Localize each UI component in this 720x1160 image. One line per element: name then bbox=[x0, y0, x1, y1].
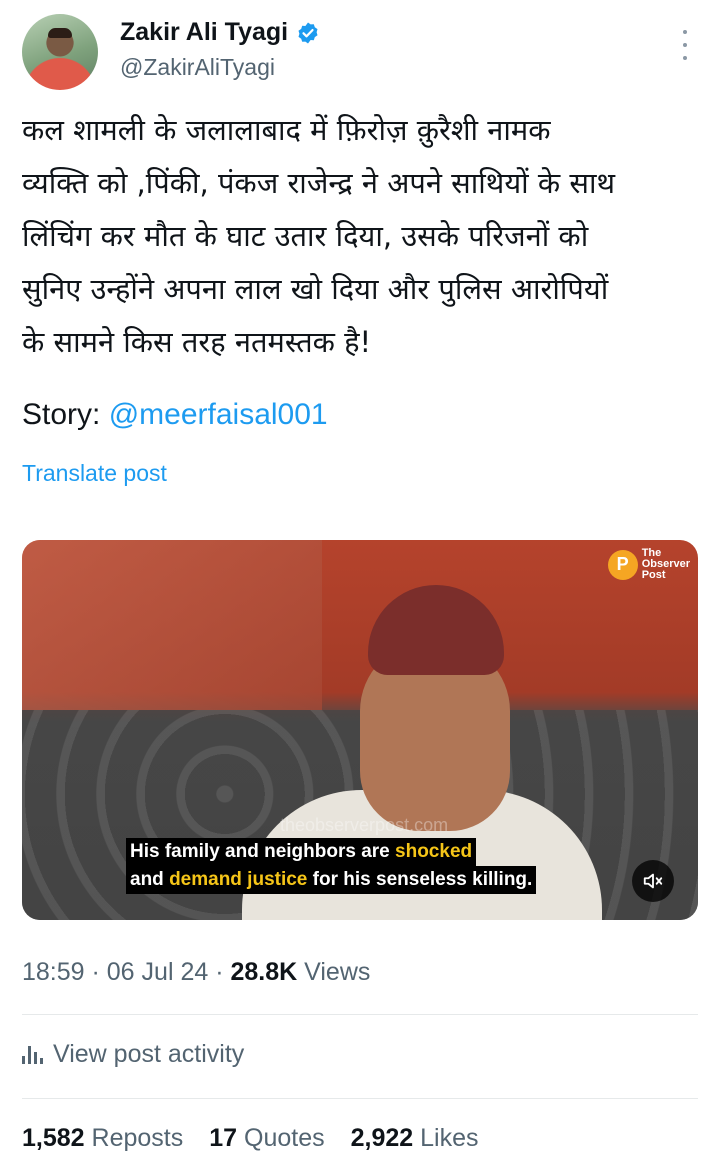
story-mention-link[interactable]: @meerfaisal001 bbox=[109, 398, 328, 431]
caption-line-1: His family and neighbors are shocked bbox=[126, 838, 477, 866]
video-watermark: theobserverpost.com bbox=[280, 815, 449, 835]
reposts-stat[interactable]: 1,582 Reposts bbox=[22, 1124, 183, 1153]
caption-highlight: shocked bbox=[395, 841, 473, 862]
tweet-header: Zakir Ali Tyagi @ZakirAliTyagi bbox=[22, 12, 702, 92]
quotes-stat[interactable]: 17 Quotes bbox=[209, 1124, 324, 1153]
caption-text: and bbox=[130, 869, 170, 890]
more-options-icon[interactable] bbox=[680, 30, 690, 60]
verified-badge-icon bbox=[298, 22, 318, 43]
engagement-stats: 1,582 Reposts 17 Quotes 2,922 Likes bbox=[22, 1124, 479, 1153]
tweet-text: कल शामली के जलालाबाद में फ़िरोज़ क़ुरैशी… bbox=[22, 104, 698, 369]
caption-line-2: and demand justice for his senseless kil… bbox=[126, 866, 537, 894]
activity-label: View post activity bbox=[53, 1040, 245, 1068]
observer-post-logo: P The Observer Post bbox=[607, 548, 690, 581]
likes-label: Likes bbox=[420, 1124, 479, 1152]
divider bbox=[22, 1098, 698, 1099]
author-handle[interactable]: @ZakirAliTyagi bbox=[120, 54, 275, 81]
tweet-text-line: लिंचिंग कर मौत के घाट उतार दिया, उसके पर… bbox=[22, 219, 589, 253]
analytics-icon bbox=[22, 1045, 43, 1064]
caption-text: for his senseless killing. bbox=[307, 869, 533, 890]
quotes-count: 17 bbox=[209, 1124, 238, 1152]
translate-post-link[interactable]: Translate post bbox=[22, 460, 167, 487]
author-avatar[interactable] bbox=[22, 14, 98, 90]
tweet-text-line: कल शामली के जलालाबाद में फ़िरोज़ क़ुरैशी… bbox=[22, 113, 551, 147]
likes-stat[interactable]: 2,922 Likes bbox=[351, 1124, 479, 1153]
divider bbox=[22, 1014, 698, 1015]
views-label: Views bbox=[304, 958, 371, 986]
tweet-time[interactable]: 18:59 bbox=[22, 958, 85, 986]
video-captions: His family and neighbors are shocked and… bbox=[126, 838, 537, 894]
logo-text-line: Post bbox=[641, 569, 666, 581]
views-count: 28.8K bbox=[230, 958, 298, 986]
quotes-label: Quotes bbox=[244, 1124, 325, 1152]
tweet-text-line: के सामने किस तरह नतमस्तक है! bbox=[22, 325, 372, 359]
logo-text: The Observer Post bbox=[642, 548, 690, 581]
story-label: Story: bbox=[22, 398, 109, 431]
reposts-count: 1,582 bbox=[22, 1124, 85, 1152]
author-name-row: Zakir Ali Tyagi bbox=[120, 18, 320, 47]
reposts-label: Reposts bbox=[91, 1124, 184, 1152]
view-post-activity-button[interactable]: View post activity bbox=[22, 1040, 244, 1069]
tweet-text-line: व्यक्ति को ,पिंकी, पंकज राजेन्द्र ने अपन… bbox=[22, 166, 616, 200]
tweet-date[interactable]: 06 Jul 24 bbox=[107, 958, 208, 986]
author-name[interactable]: Zakir Ali Tyagi bbox=[120, 18, 288, 47]
video-player[interactable]: theobserverpost.com P The Observer Post … bbox=[22, 540, 698, 920]
tweet-meta: 18:59 · 06 Jul 24 · 28.8K Views bbox=[22, 958, 371, 986]
speaker-muted-icon[interactable] bbox=[632, 860, 674, 902]
tweet-text-line: सुनिए उन्होंने अपना लाल खो दिया और पुलिस… bbox=[22, 272, 609, 306]
caption-text: His family and neighbors are bbox=[130, 841, 396, 862]
story-credit: Story: @meerfaisal001 bbox=[22, 398, 328, 432]
caption-highlight: demand justice bbox=[169, 869, 308, 890]
likes-count: 2,922 bbox=[350, 1124, 414, 1152]
logo-mark: P bbox=[607, 549, 638, 580]
